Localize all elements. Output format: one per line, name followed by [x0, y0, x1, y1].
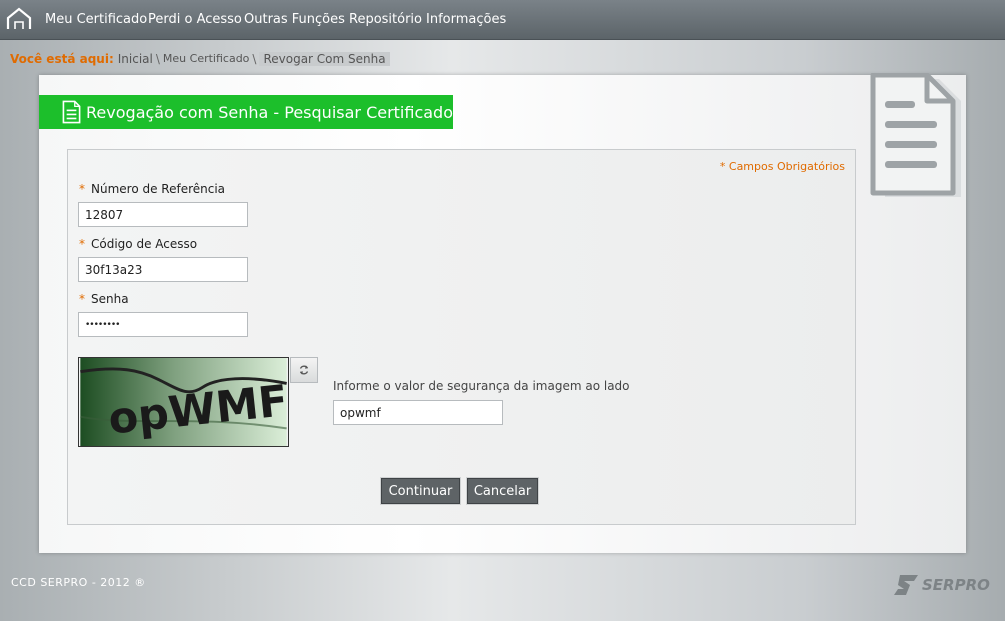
page-title: Revogação com Senha - Pesquisar Certific…	[86, 102, 453, 122]
footer-copyright: CCD SERPRO - 2012 ®	[11, 576, 146, 589]
breadcrumb-separator: \	[252, 51, 257, 66]
password-label: * Senha	[79, 292, 129, 306]
breadcrumb: Você está aqui: Inicial \ Meu Certificad…	[10, 51, 390, 66]
serpro-logo: SERPRO	[894, 571, 990, 599]
nav-item-repositorio[interactable]: Repositório	[349, 12, 422, 27]
continue-button[interactable]: Continuar	[380, 477, 461, 505]
breadcrumb-current: Revogar Com Senha	[259, 51, 390, 66]
document-icon	[62, 100, 81, 124]
cancel-button[interactable]: Cancelar	[466, 477, 539, 505]
refresh-icon	[299, 365, 309, 375]
reference-number-label: * Número de Referência	[79, 182, 225, 196]
home-button[interactable]	[6, 7, 32, 31]
serpro-logo-text: SERPRO	[922, 576, 990, 594]
access-code-input[interactable]	[78, 257, 248, 282]
breadcrumb-separator: \	[155, 51, 160, 66]
required-star: *	[79, 292, 85, 306]
captcha-image: opWMF	[78, 357, 289, 447]
breadcrumb-label: Você está aqui:	[10, 51, 114, 66]
nav-item-perdi-o-acesso[interactable]: Perdi o Acesso	[148, 12, 242, 27]
nav-item-meu-certificado[interactable]: Meu Certificado	[45, 12, 147, 27]
captcha-label: Informe o valor de segurança da imagem a…	[333, 379, 630, 393]
nav-item-outras-funcoes[interactable]: Outras Funções	[244, 12, 345, 27]
password-input[interactable]	[78, 312, 248, 337]
document-illustration-icon	[870, 73, 961, 197]
search-form: * Campos Obrigatórios * Número de Referên…	[67, 149, 856, 525]
serpro-logo-icon	[894, 575, 918, 595]
content-frame: Você está aqui: Inicial \ Meu Certificad…	[0, 40, 1005, 621]
required-star: *	[79, 182, 85, 196]
breadcrumb-link-meu-certificado[interactable]: Meu Certificado	[163, 52, 250, 65]
access-code-label: * Código de Acesso	[79, 237, 197, 251]
password-label-text: Senha	[91, 292, 129, 306]
top-navigation: Meu Certificado Perdi o Acesso Outras Fu…	[0, 0, 1005, 40]
nav-item-informacoes[interactable]: Informações	[426, 12, 506, 27]
title-bar: Revogação com Senha - Pesquisar Certific…	[39, 95, 453, 129]
breadcrumb-link-inicial[interactable]: Inicial	[118, 52, 153, 66]
reference-number-label-text: Número de Referência	[91, 182, 226, 196]
captcha-refresh-button[interactable]	[290, 357, 318, 383]
reference-number-input[interactable]	[78, 202, 248, 227]
main-panel: Revogação com Senha - Pesquisar Certific…	[39, 73, 966, 553]
required-fields-note: * Campos Obrigatórios	[719, 160, 845, 173]
home-icon	[6, 7, 32, 29]
access-code-label-text: Código de Acesso	[91, 237, 198, 251]
required-star: *	[79, 237, 85, 251]
captcha-input[interactable]	[333, 400, 503, 425]
